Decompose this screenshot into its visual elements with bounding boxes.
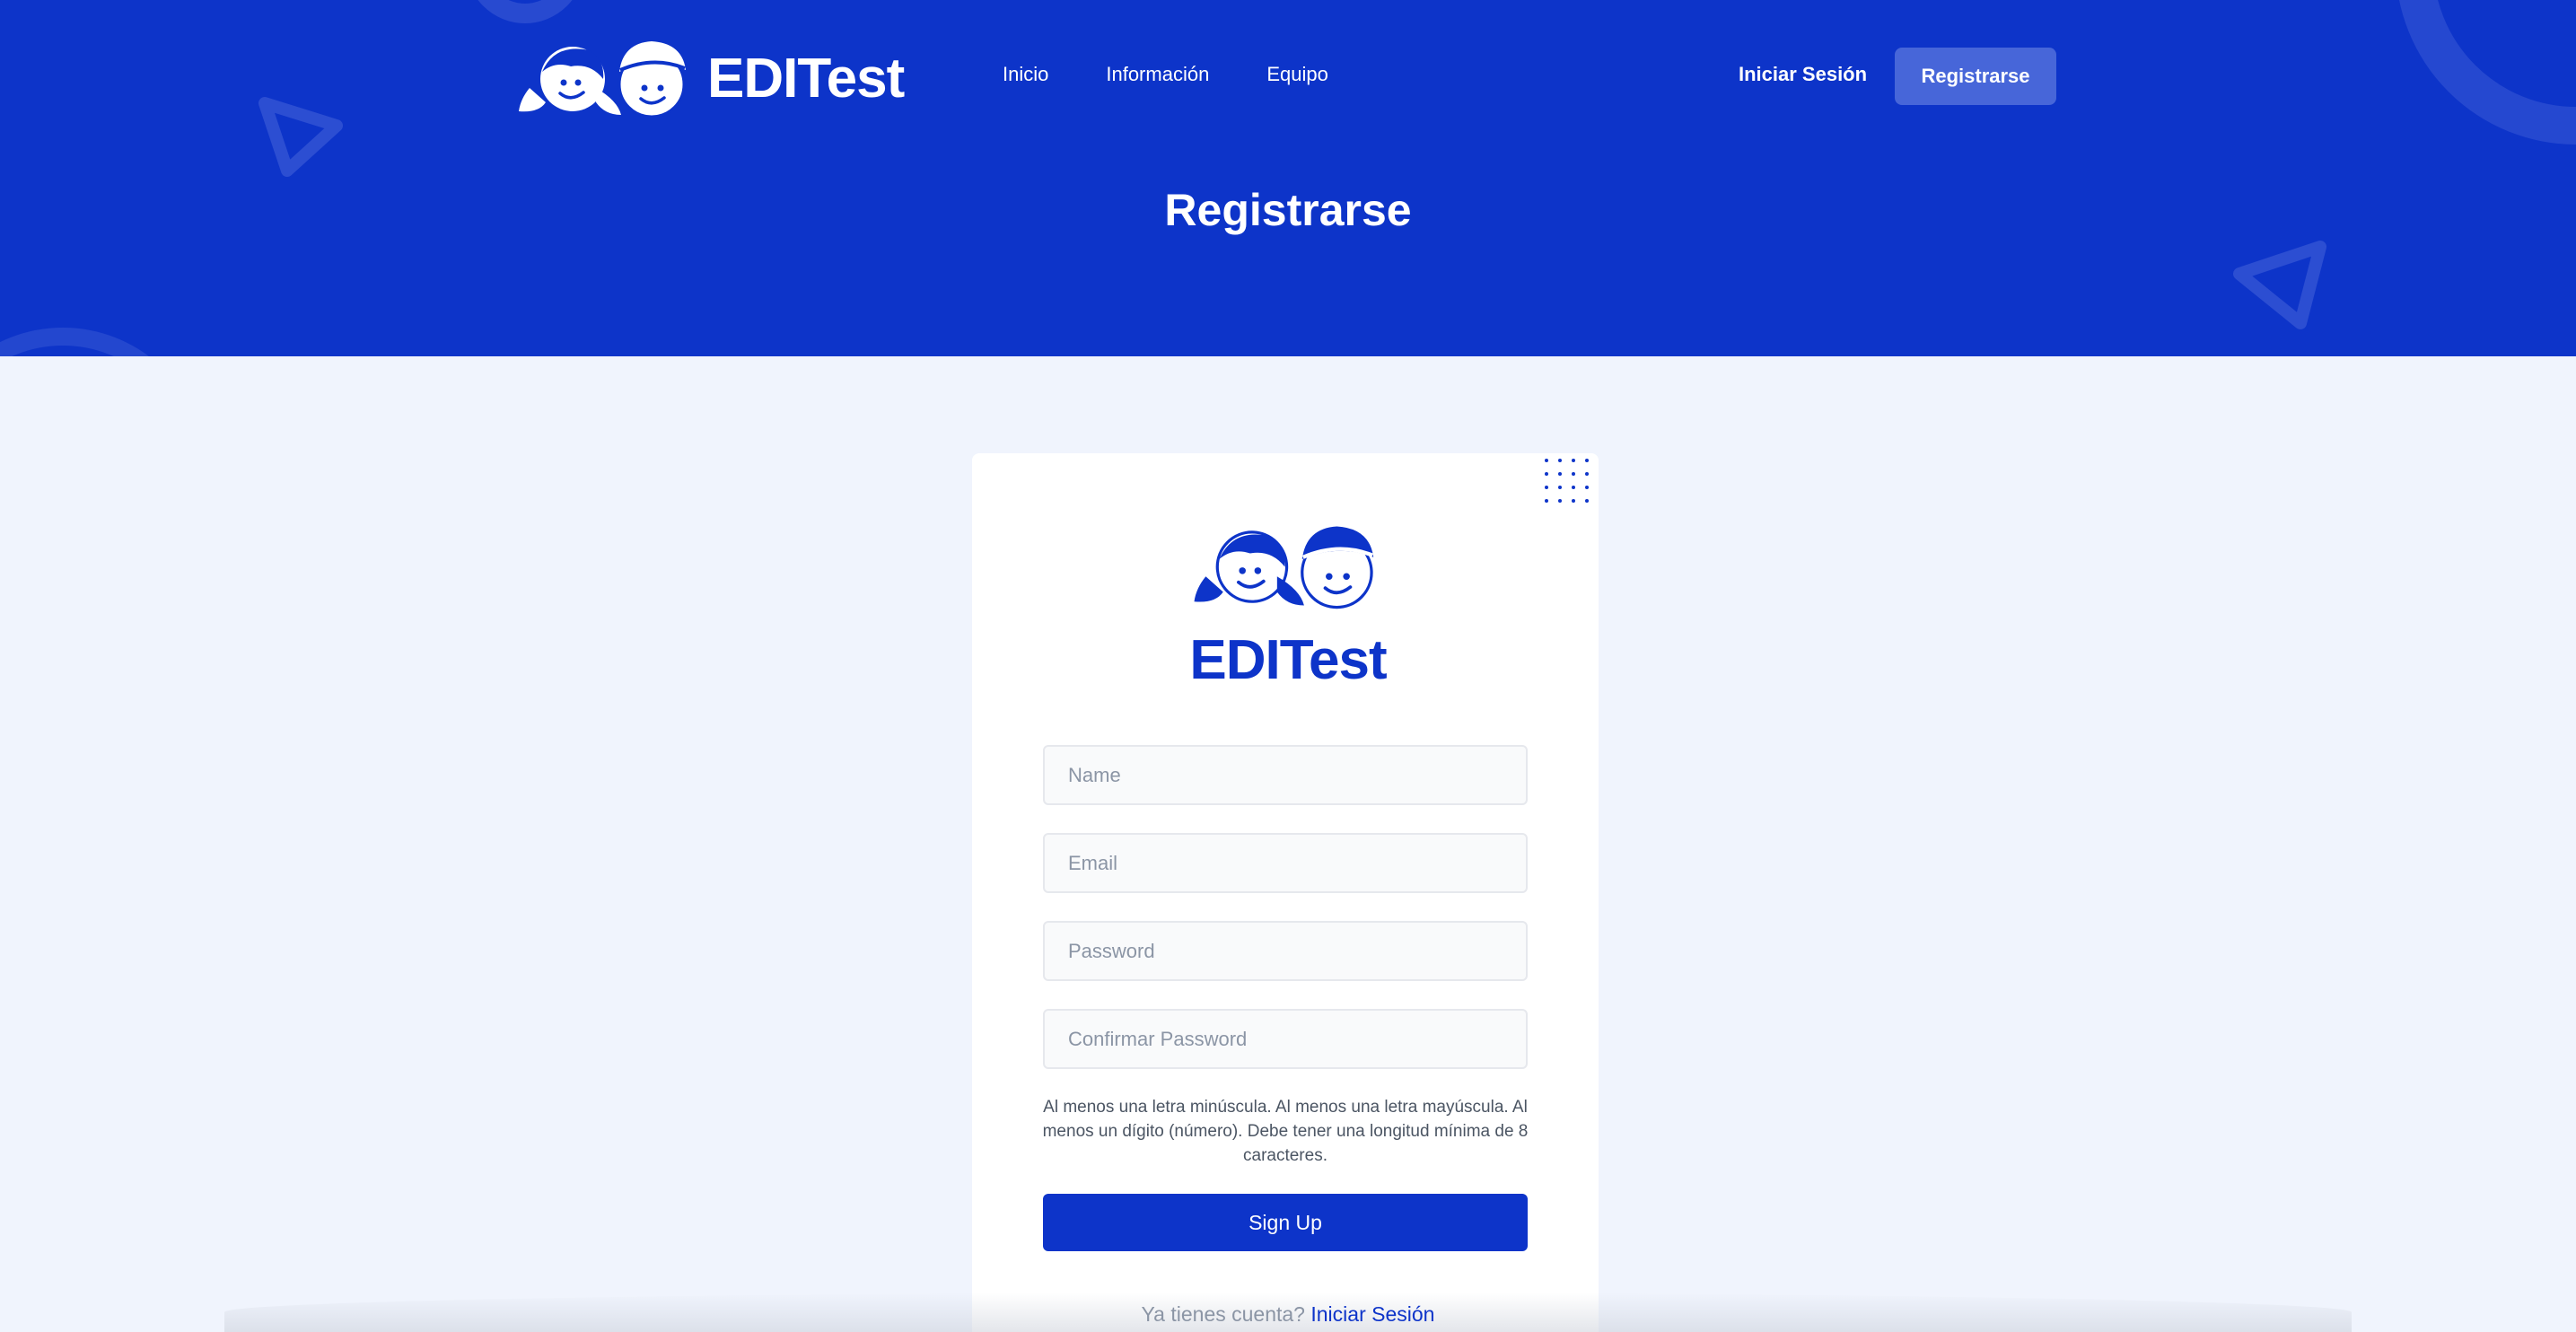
triangle-decoration-right [2233,241,2326,329]
password-requirements-hint: Al menos una letra minúscula. Al menos u… [1042,1098,1529,1165]
login-prompt-text: Ya tienes cuenta? [1141,1302,1305,1326]
brand-logo-link[interactable]: EDITest [519,36,905,121]
nav-equipo[interactable]: Equipo [1266,63,1328,86]
login-prompt: Ya tienes cuenta? Iniciar Sesión [0,1302,2576,1327]
dots-decoration [1545,459,1589,503]
card-kids-faces-logo-icon [1194,526,1374,609]
nav-inicio[interactable]: Inicio [1003,63,1048,86]
hero-header: EDITest Inicio Información Equipo Inicia… [0,0,2576,356]
login-link[interactable]: Iniciar Sesión [1739,63,1867,86]
kids-faces-logo-icon [519,41,686,118]
card-brand-name: EDITest [1189,629,1387,691]
register-button[interactable]: Registrarse [1895,48,2056,105]
email-field[interactable] [1043,833,1528,893]
brand-name: EDITest [707,48,905,110]
signup-button[interactable]: Sign Up [1043,1194,1528,1251]
login-prompt-link[interactable]: Iniciar Sesión [1310,1302,1434,1326]
main-nav: Inicio Información Equipo [1003,63,1328,86]
password-field[interactable] [1043,921,1528,981]
name-field[interactable] [1043,745,1528,805]
confirm-password-field[interactable] [1043,1009,1528,1069]
nav-informacion[interactable]: Información [1106,63,1209,86]
triangle-decoration [258,97,343,177]
page-title: Registrarse [1164,185,1412,235]
big-ring-decoration [2399,0,2576,145]
arc-decoration [0,328,149,356]
